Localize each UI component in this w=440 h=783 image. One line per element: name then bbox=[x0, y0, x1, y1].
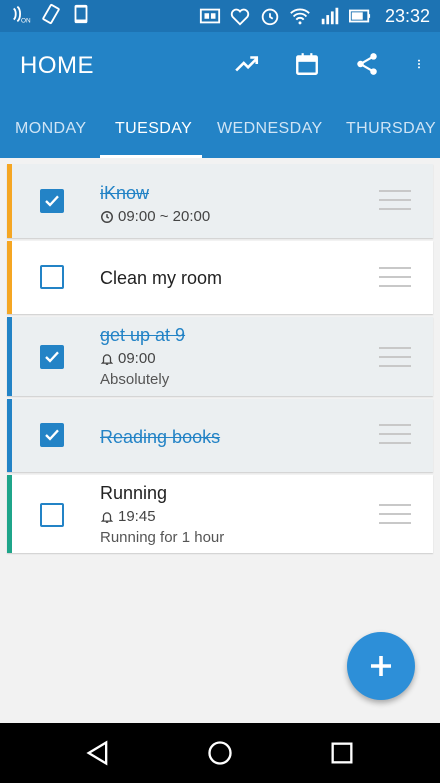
tab-indicator bbox=[100, 155, 202, 158]
drag-handle-icon[interactable] bbox=[379, 190, 411, 212]
task-card-iknow[interactable]: iKnow 09:00 ~ 20:00 bbox=[7, 164, 433, 238]
page-title: HOME bbox=[20, 52, 94, 79]
task-card-get-up[interactable]: get up at 9 09:00 Absolutely bbox=[7, 317, 433, 396]
trending-up-icon[interactable] bbox=[234, 51, 260, 77]
cast-icon bbox=[199, 8, 221, 24]
task-checkbox[interactable] bbox=[40, 189, 64, 213]
task-title: get up at 9 bbox=[100, 325, 186, 345]
task-title: Clean my room bbox=[100, 268, 223, 288]
add-icon bbox=[371, 656, 391, 676]
check-icon bbox=[45, 429, 59, 441]
bell-icon bbox=[100, 353, 114, 365]
signal-icon bbox=[321, 7, 339, 25]
check-icon bbox=[45, 351, 59, 363]
battery-icon bbox=[348, 9, 371, 23]
add-task-button[interactable] bbox=[347, 632, 415, 700]
more-vert-icon[interactable] bbox=[414, 51, 424, 77]
drag-handle-icon[interactable] bbox=[379, 347, 411, 369]
wifi-icon bbox=[290, 8, 310, 25]
share-icon[interactable] bbox=[354, 51, 380, 77]
tab-tuesday[interactable]: TUESDAY bbox=[115, 100, 192, 158]
status-bar: ON 23:32 bbox=[0, 0, 440, 32]
task-card-running[interactable]: Running 19:45 Running for 1 hour bbox=[7, 475, 433, 553]
back-icon[interactable] bbox=[84, 739, 112, 767]
calendar-icon[interactable] bbox=[294, 51, 320, 77]
day-tabs: MONDAY TUESDAY WEDNESDAY THURSDAY bbox=[0, 100, 440, 158]
task-card-clean-room[interactable]: Clean my room bbox=[7, 241, 433, 314]
task-title: Running bbox=[100, 483, 168, 503]
svg-text:ON: ON bbox=[21, 17, 31, 24]
task-time: 09:00 bbox=[118, 350, 156, 367]
system-nav-bar bbox=[0, 723, 440, 783]
drag-handle-icon[interactable] bbox=[379, 504, 411, 526]
task-note: Running for 1 hour bbox=[100, 529, 225, 546]
task-note: Absolutely bbox=[100, 371, 170, 388]
task-title: iKnow bbox=[100, 183, 150, 203]
task-checkbox[interactable] bbox=[40, 265, 64, 289]
task-checkbox[interactable] bbox=[40, 345, 64, 369]
task-title: Reading books bbox=[100, 427, 221, 447]
home-icon[interactable] bbox=[206, 739, 234, 767]
task-time: 09:00 ~ 20:00 bbox=[118, 208, 211, 225]
app-bar: HOME bbox=[0, 32, 440, 100]
alarm-icon bbox=[261, 8, 279, 26]
task-list: iKnow 09:00 ~ 20:00 Clean my room get up… bbox=[7, 164, 433, 556]
phone-icon bbox=[74, 4, 88, 24]
vibrate-icon bbox=[42, 3, 60, 25]
clock-icon bbox=[101, 210, 113, 223]
recents-icon[interactable] bbox=[328, 739, 356, 767]
tab-monday[interactable]: MONDAY bbox=[15, 100, 86, 158]
bell-icon bbox=[100, 511, 114, 523]
task-checkbox[interactable] bbox=[40, 423, 64, 447]
task-card-reading[interactable]: Reading books bbox=[7, 399, 433, 472]
drag-handle-icon[interactable] bbox=[379, 424, 411, 446]
tab-wednesday[interactable]: WEDNESDAY bbox=[217, 100, 323, 158]
tab-thursday[interactable]: THURSDAY bbox=[346, 100, 436, 158]
heart-icon bbox=[230, 8, 250, 26]
drag-handle-icon[interactable] bbox=[379, 267, 411, 289]
task-checkbox[interactable] bbox=[40, 503, 64, 527]
task-time: 19:45 bbox=[118, 508, 156, 525]
check-icon bbox=[45, 195, 59, 207]
status-clock: 23:32 bbox=[384, 5, 430, 26]
nfc-on-icon: ON bbox=[13, 5, 31, 24]
